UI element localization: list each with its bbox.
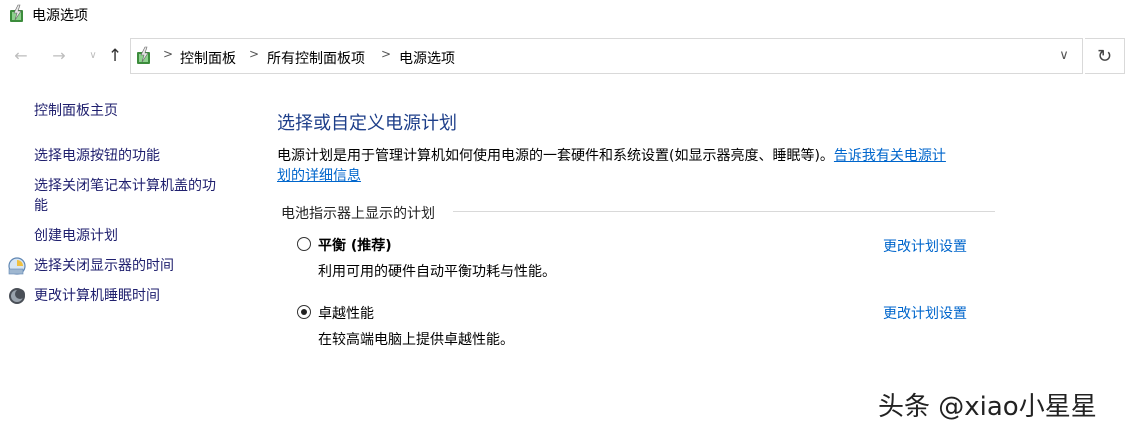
- navigation-bar: ← → ∨ ↑ > 控制面板 > 所有控制面板项 > 电源选项 ∨ ↻: [0, 36, 1131, 76]
- back-arrow-icon[interactable]: ←: [10, 44, 32, 68]
- sidebar-item-control-panel-home[interactable]: 控制面板主页: [34, 101, 118, 121]
- plan-name-balanced[interactable]: 平衡 (推荐): [318, 235, 392, 255]
- window-title: 电源选项: [32, 8, 88, 24]
- breadcrumb-separator[interactable]: >: [163, 47, 173, 61]
- breadcrumb-control-panel[interactable]: 控制面板: [180, 48, 236, 68]
- breadcrumb-separator[interactable]: >: [249, 47, 259, 61]
- breadcrumb-all-items[interactable]: 所有控制面板项: [267, 48, 365, 68]
- page-description: 电源计划是用于管理计算机如何使用电源的一套硬件和系统设置(如显示器亮度、睡眠等)…: [277, 146, 997, 186]
- change-plan-settings-link[interactable]: 更改计划设置: [883, 236, 967, 256]
- learn-more-link-continued[interactable]: 划的详细信息: [277, 168, 361, 184]
- sidebar-item-create-plan[interactable]: 创建电源计划: [34, 226, 118, 246]
- chevron-down-icon[interactable]: ∨: [1056, 48, 1072, 64]
- recent-locations-chevron-icon[interactable]: ∨: [82, 44, 104, 68]
- change-plan-settings-link[interactable]: 更改计划设置: [883, 303, 967, 323]
- power-options-icon: [10, 4, 23, 22]
- breadcrumb-separator[interactable]: >: [381, 47, 391, 61]
- plan-description-ultimate-performance: 在较高端电脑上提供卓越性能。: [318, 332, 514, 348]
- control-panel-window: 电源选项 ← → ∨ ↑ > 控制面板 > 所有控制面板项 > 电源选项 ∨ ↻…: [0, 0, 1131, 429]
- sidebar-item-display-off[interactable]: 选择关闭显示器的时间: [34, 256, 174, 276]
- address-bar[interactable]: > 控制面板 > 所有控制面板项 > 电源选项 ∨: [130, 38, 1083, 74]
- sidebar-item-sleep-time[interactable]: 更改计算机睡眠时间: [34, 286, 160, 306]
- plan-name-ultimate-performance[interactable]: 卓越性能: [318, 303, 374, 323]
- plan-radio-ultimate-performance[interactable]: [297, 305, 311, 319]
- sidebar-item-lid-close[interactable]: 选择关闭笔记本计算机盖的功 能: [34, 176, 244, 216]
- page-title: 选择或自定义电源计划: [277, 113, 457, 134]
- refresh-button[interactable]: ↻: [1085, 38, 1125, 74]
- up-arrow-icon[interactable]: ↑: [104, 44, 126, 68]
- refresh-icon: ↻: [1096, 46, 1113, 67]
- radio-selected-dot: [301, 309, 307, 315]
- sleep-moon-icon: [9, 288, 25, 304]
- description-text: 电源计划是用于管理计算机如何使用电源的一套硬件和系统设置(如显示器亮度、睡眠等)…: [277, 148, 834, 164]
- sidebar-item-power-button[interactable]: 选择电源按钮的功能: [34, 146, 160, 166]
- title-bar: 电源选项: [0, 0, 1131, 28]
- group-divider: [453, 211, 995, 212]
- plan-radio-balanced[interactable]: [297, 237, 311, 251]
- watermark-text: 头条 @xiao小星星: [878, 392, 1097, 422]
- power-options-icon: [137, 46, 150, 64]
- learn-more-link[interactable]: 告诉我有关电源计: [834, 148, 946, 164]
- display-timer-icon: [8, 257, 26, 275]
- forward-arrow-icon[interactable]: →: [48, 44, 70, 68]
- plan-group-label: 电池指示器上显示的计划: [281, 206, 435, 222]
- plan-description-balanced: 利用可用的硬件自动平衡功耗与性能。: [318, 264, 556, 280]
- breadcrumb-power-options[interactable]: 电源选项: [399, 48, 455, 68]
